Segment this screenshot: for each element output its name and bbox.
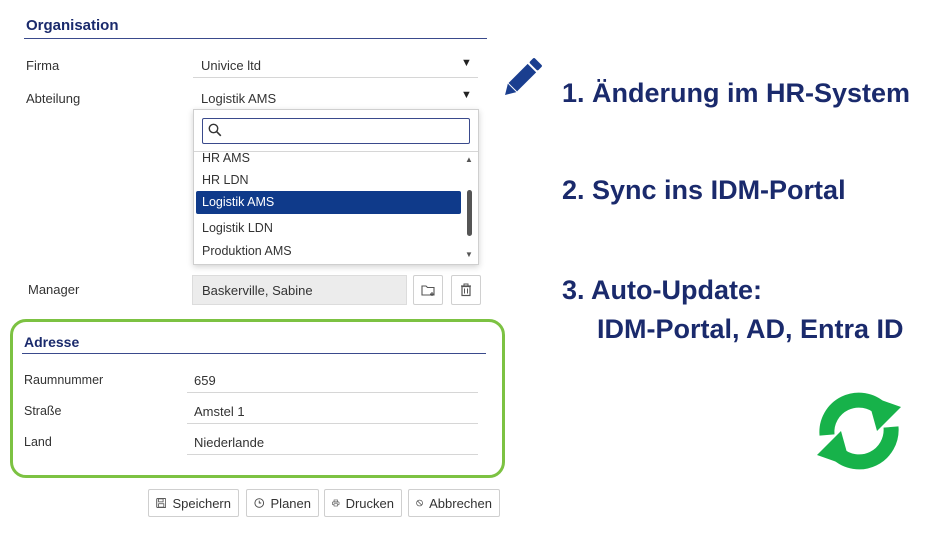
step-2-text: 2. Sync ins IDM-Portal: [562, 175, 846, 205]
trash-icon: [461, 283, 471, 297]
pencil-icon: [505, 58, 542, 95]
firma-underline: [193, 77, 478, 78]
dropdown-item[interactable]: HR LDN: [202, 173, 249, 187]
print-button[interactable]: Drucken: [324, 489, 402, 517]
strasse-underline: [187, 423, 478, 424]
land-underline: [187, 454, 478, 455]
printer-icon: [332, 499, 340, 507]
manager-value: Baskerville, Sabine: [202, 283, 313, 298]
plan-button-label: Planen: [270, 495, 311, 511]
manager-label: Manager: [28, 282, 80, 297]
firma-select[interactable]: Univice ltd ▼: [193, 55, 478, 77]
chevron-down-icon: ▼: [461, 57, 472, 69]
cancel-button[interactable]: Abbrechen: [408, 489, 500, 517]
select-manager-button[interactable]: [413, 275, 443, 305]
plan-button[interactable]: Planen: [246, 489, 319, 517]
chevron-down-icon: ▼: [461, 89, 472, 101]
abteilung-value: Logistik AMS: [201, 91, 277, 106]
print-button-label: Drucken: [345, 495, 394, 511]
folder-add-icon: [421, 285, 435, 296]
step-3-text: 3. Auto-Update:: [562, 275, 762, 305]
dropdown-item-selected[interactable]: Logistik AMS: [196, 191, 461, 214]
strasse-field[interactable]: Amstel 1: [194, 404, 245, 419]
abteilung-dropdown: HR AMS HR LDN Logistik AMS Logistik LDN …: [193, 109, 479, 265]
step-3-detail-text: IDM-Portal, AD, Entra ID: [597, 314, 904, 344]
adresse-divider: [22, 353, 486, 354]
scroll-up-icon[interactable]: ▲: [465, 155, 473, 164]
save-icon: [156, 498, 167, 508]
strasse-label: Straße: [24, 404, 62, 418]
raumnummer-underline: [187, 392, 478, 393]
scrollbar-thumb[interactable]: [467, 190, 472, 236]
dropdown-item[interactable]: Logistik LDN: [202, 221, 273, 235]
dropdown-item-selected-label: Logistik AMS: [202, 195, 275, 209]
cancel-button-label: Abbrechen: [429, 495, 492, 511]
firma-label: Firma: [26, 58, 60, 73]
adresse-title: Adresse: [24, 334, 80, 350]
search-icon: [208, 123, 222, 137]
save-button-label: Speichern: [172, 495, 231, 511]
raumnummer-label: Raumnummer: [24, 373, 104, 387]
delete-manager-button[interactable]: [451, 275, 481, 305]
scroll-down-icon[interactable]: ▼: [465, 250, 473, 259]
organisation-divider: [24, 38, 487, 39]
land-field[interactable]: Niederlande: [194, 435, 264, 450]
land-label: Land: [24, 435, 52, 449]
step-1-text: 1. Änderung im HR-System: [562, 78, 911, 108]
dropdown-item[interactable]: Produktion AMS: [202, 244, 292, 258]
raumnummer-field[interactable]: 659: [194, 373, 216, 388]
abteilung-label: Abteilung: [26, 91, 81, 106]
dropdown-search-input[interactable]: [202, 118, 470, 144]
dropdown-item[interactable]: HR AMS: [202, 151, 250, 165]
abteilung-select[interactable]: Logistik AMS ▼: [193, 88, 478, 110]
clock-icon: [254, 498, 265, 508]
sync-icon: [817, 392, 901, 470]
save-button[interactable]: Speichern: [148, 489, 239, 517]
organisation-title: Organisation: [26, 17, 119, 34]
cancel-icon: [416, 499, 423, 507]
manager-field[interactable]: Baskerville, Sabine: [192, 275, 407, 305]
firma-value: Univice ltd: [201, 58, 261, 73]
